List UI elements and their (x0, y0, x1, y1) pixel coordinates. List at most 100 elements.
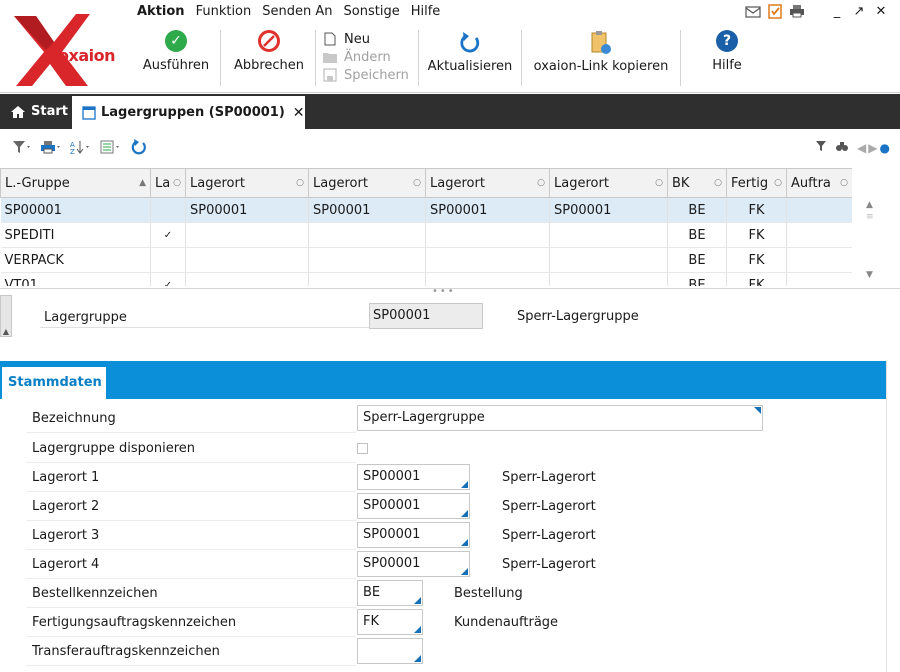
lagerort-4-description: Sperr-Lagerort (502, 557, 596, 572)
lagerort-4-label: Lagerort 4 (32, 557, 100, 572)
menu-hilfe[interactable]: Hilfe (411, 4, 441, 22)
transferauftragskennzeichen-input[interactable] (357, 638, 423, 664)
maximize-icon[interactable]: ↗ (848, 2, 870, 20)
column-menu-icon: ○ (655, 178, 663, 188)
lagerort-3-input[interactable]: SP00001 (357, 522, 470, 548)
new-label: Neu (344, 31, 370, 47)
next-icon[interactable]: ▶ (868, 141, 877, 155)
execute-button[interactable]: ✓ Ausführen (140, 30, 212, 88)
col-header-fertig[interactable]: Fertig ○ (726, 168, 787, 198)
prev-icon[interactable]: ◀ (857, 141, 866, 155)
fertigungsauftragskennzeichen-input[interactable]: FK (357, 609, 423, 635)
lagerort-1-input[interactable]: SP00001 (357, 464, 470, 490)
cell-lagerort: SP00001 (308, 197, 426, 223)
tab-lagergruppen[interactable]: Lagergruppen (SP00001) ✕ (72, 96, 305, 129)
col-header-la[interactable]: La ○ (150, 168, 186, 198)
col-header-lagerort-2[interactable]: Lagerort ○ (308, 168, 426, 198)
column-menu-icon: ○ (296, 178, 304, 188)
cell-l-gruppe: VERPACK (0, 247, 151, 273)
sort-icon[interactable]: AZ (70, 140, 92, 158)
cell-fertig: FK (726, 197, 787, 223)
cell-lagerort (425, 222, 550, 248)
mail-icon[interactable] (742, 2, 764, 20)
save-button[interactable]: Speichern (322, 66, 412, 84)
grid-refresh-icon[interactable] (130, 138, 148, 160)
print-menu-icon[interactable] (40, 140, 62, 158)
filter-icon[interactable] (12, 140, 32, 158)
help-button[interactable]: ? Hilfe (700, 30, 754, 88)
col-header-auftra[interactable]: Auftra ○ (786, 168, 852, 198)
cell-bk: BE (667, 272, 727, 286)
cell-fertig: FK (726, 272, 787, 286)
disponieren-checkbox[interactable] (357, 443, 368, 454)
disponieren-label: Lagergruppe disponieren (32, 441, 196, 456)
execute-label: Ausführen (142, 58, 210, 73)
table-row[interactable]: VT01 ✓ BE FK (0, 272, 852, 286)
window-controls: _ ↗ ✕ (742, 2, 892, 20)
cancel-button[interactable]: Abbrechen (229, 30, 309, 88)
bestellkennzeichen-input[interactable]: BE (357, 580, 423, 606)
grid-scrollbar[interactable]: ▲ ≡ ▼ (866, 200, 880, 282)
table-row[interactable]: VERPACK BE FK (0, 247, 852, 273)
menu-bar: Aktion Funktion Senden An Sonstige Hilfe (137, 4, 451, 22)
lagergruppen-grid: L.-Gruppe ▲ La ○ Lagerort ○ Lagerort ○ Lager… (0, 168, 852, 286)
cell-bk: BE (667, 247, 727, 273)
col-header-bk[interactable]: BK ○ (667, 168, 727, 198)
export-icon[interactable] (100, 140, 122, 158)
col-header-lagerort-3[interactable]: Lagerort ○ (425, 168, 550, 198)
funnel-icon[interactable] (815, 140, 827, 155)
bezeichnung-input[interactable]: Sperr-Lagergruppe (357, 405, 763, 431)
menu-senden-an[interactable]: Senden An (262, 4, 332, 22)
print-icon[interactable] (786, 2, 808, 20)
menu-sonstige[interactable]: Sonstige (344, 4, 400, 22)
splitter-handle[interactable]: ••• (0, 286, 900, 297)
save-icon (323, 68, 337, 82)
record-dot-icon[interactable]: ● (880, 141, 890, 155)
stammdaten-form: Bezeichnung Sperr-Lagergruppe Lagergrupp… (0, 399, 886, 672)
lagerort-4-input[interactable]: SP00001 (357, 551, 470, 577)
col-header-lagerort-1[interactable]: Lagerort ○ (185, 168, 309, 198)
refresh-label: Aktualisieren (427, 59, 513, 74)
cell-lagerort: SP00001 (185, 197, 309, 223)
minimize-icon[interactable]: _ (826, 2, 848, 20)
folder-icon (323, 53, 337, 63)
lagerort-2-input[interactable]: SP00001 (357, 493, 470, 519)
data-table: L.-Gruppe ▲ La ○ Lagerort ○ Lagerort ○ Lager… (0, 168, 852, 286)
toolbar-separator (315, 30, 316, 86)
table-row[interactable]: SP00001 SP00001 SP00001 SP00001 SP00001 … (0, 197, 852, 223)
copy-link-button[interactable]: oxaion-Link kopieren (526, 30, 676, 88)
cell-lagerort (425, 272, 550, 286)
cell-lagerort (185, 247, 309, 273)
top-toolbar: oxaion Aktion Funktion Senden An Sonstig… (0, 0, 900, 93)
copy-link-label: oxaion-Link kopieren (533, 59, 669, 74)
binoculars-icon[interactable] (835, 140, 849, 155)
cell-l-gruppe: SP00001 (0, 197, 151, 223)
tasks-icon[interactable] (764, 2, 786, 20)
menu-funktion[interactable]: Funktion (196, 4, 252, 22)
fertigungsauftragskennzeichen-description: Kundenaufträge (454, 615, 559, 630)
refresh-button[interactable]: Aktualisieren (424, 30, 516, 88)
tab-start[interactable]: Start (0, 94, 70, 129)
col-header-l-gruppe[interactable]: L.-Gruppe ▲ (0, 168, 151, 198)
column-menu-icon: ○ (840, 178, 848, 188)
collapse-toggle[interactable]: ▲ (0, 295, 12, 337)
bezeichnung-label: Bezeichnung (32, 411, 116, 426)
menu-aktion[interactable]: Aktion (137, 4, 185, 22)
tab-stammdaten[interactable]: Stammdaten (2, 367, 106, 399)
help-icon: ? (716, 30, 738, 52)
cell-lagerort (308, 247, 426, 273)
tab-lagergruppen-label: Lagergruppen (SP00001) (101, 105, 285, 120)
table-row[interactable]: SPEDITI ✓ BE FK (0, 222, 852, 248)
toolbar-separator (418, 30, 419, 86)
close-icon[interactable]: ✕ (870, 2, 892, 20)
col-header-lagerort-4[interactable]: Lagerort ○ (549, 168, 668, 198)
new-button[interactable]: Neu (322, 30, 412, 48)
lagerort-2-label: Lagerort 2 (32, 499, 100, 514)
form-scroll-strip (886, 361, 900, 672)
edit-button[interactable]: Ändern (322, 48, 412, 66)
close-tab-icon[interactable]: ✕ (293, 105, 305, 121)
lagergruppe-key-field: SP00001 (369, 303, 483, 329)
lagerort-2-description: Sperr-Lagerort (502, 499, 596, 514)
cell-l-gruppe: VT01 (0, 272, 151, 286)
section-bar: Stammdaten (0, 361, 886, 399)
